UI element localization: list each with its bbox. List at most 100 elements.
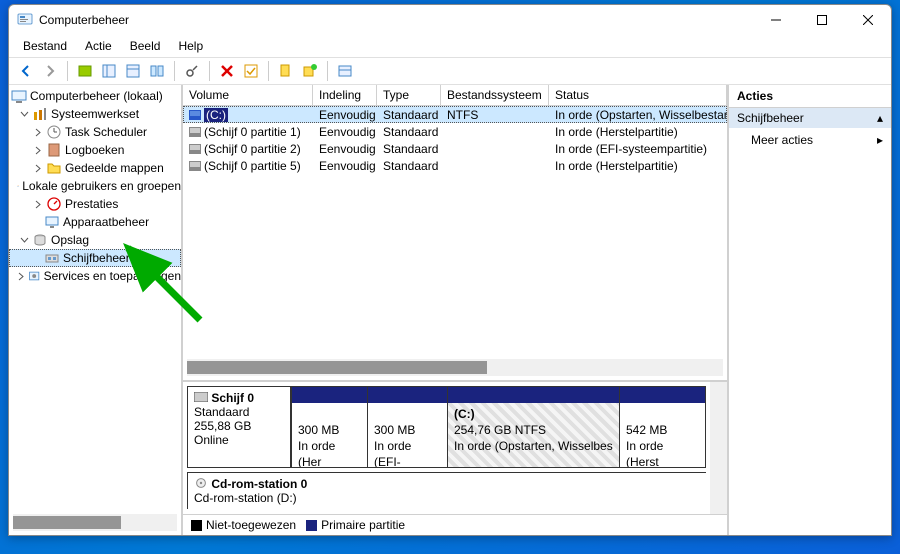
check-icon[interactable] [240,60,262,82]
tools-icon [32,106,48,122]
nav-back-icon[interactable] [15,60,37,82]
toolbar [9,57,891,85]
refresh-icon[interactable] [146,60,168,82]
partition[interactable]: 542 MBIn orde (Herst [619,386,705,468]
tree-label: Task Scheduler [65,125,147,139]
tree-hscrollbar[interactable] [13,514,177,531]
volume-fs: NTFS [441,108,549,122]
cdrom-name: Cd-rom-station 0 [211,477,307,491]
chevron-right-icon[interactable] [17,271,26,282]
volume-status: In orde (EFI-systeempartitie) [549,142,727,156]
volume-type: Standaard [377,108,441,122]
separator [209,61,210,81]
disk-label[interactable]: Schijf 0 Standaard 255,88 GB Online [187,386,291,468]
menu-bestand[interactable]: Bestand [15,37,75,55]
tree-services[interactable]: Services en toepassingen [9,267,181,285]
tree-pane: Computerbeheer (lokaal) Systeemwerkset T… [9,85,183,535]
tree-lokale-gebruikers[interactable]: Lokale gebruikers en groepen [9,177,181,195]
partition[interactable]: 300 MBIn orde (EFI- [367,386,447,468]
settings-icon[interactable] [181,60,203,82]
tree-label: Computerbeheer (lokaal) [30,89,163,103]
volume-name: (Schijf 0 partitie 2) [204,142,301,156]
delete-icon[interactable] [216,60,238,82]
volume-name: (C:) [204,108,228,122]
volume-row[interactable]: (Schijf 0 partitie 1) Eenvoudig Standaar… [183,123,727,140]
cdrom-label[interactable]: Cd-rom-station 0 Cd-rom-station (D:) [187,472,706,509]
tree-task-scheduler[interactable]: Task Scheduler [9,123,181,141]
show-hide-console-icon[interactable] [98,60,120,82]
drive-icon [189,127,201,137]
cdrom-sub: Cd-rom-station (D:) [194,491,297,505]
tree-schijfbeheer[interactable]: Schijfbeheer [9,249,181,267]
book-icon [46,142,62,158]
volume-indeling: Eenvoudig [313,142,377,156]
partition[interactable]: 300 MBIn orde (Her [291,386,367,468]
volume-row[interactable]: (Schijf 0 partitie 2) Eenvoudig Standaar… [183,140,727,157]
help-icon[interactable] [275,60,297,82]
tree-label: Lokale gebruikers en groepen [22,179,181,193]
volume-name: (Schijf 0 partitie 5) [204,159,301,173]
col-volume[interactable]: Volume [183,85,313,105]
disk-state: Online [194,433,229,447]
chevron-down-icon[interactable] [19,109,30,120]
tree-label: Logboeken [65,143,124,157]
cdrom-icon [194,478,208,488]
volumes-list: Volume Indeling Type Bestandssysteem Sta… [183,85,727,380]
volume-status: In orde (Opstarten, Wisselbestand, Crash… [549,108,727,122]
actions-more[interactable]: Meer acties ▸ [729,128,891,152]
properties-icon[interactable] [122,60,144,82]
menu-actie[interactable]: Actie [77,37,120,55]
actions-section-label: Schijfbeheer [737,111,804,125]
cdrom-row: Cd-rom-station 0 Cd-rom-station (D:) [187,472,706,509]
tree-opslag[interactable]: Opslag [9,231,181,249]
partition-selected[interactable]: (C:)254,76 GB NTFSIn orde (Opstarten, Wi… [447,386,619,468]
tree-root[interactable]: Computerbeheer (lokaal) [9,87,181,105]
chevron-right-icon: ▸ [877,133,883,147]
drive-icon [189,110,201,120]
volume-row[interactable]: (C:) Eenvoudig Standaard NTFS In orde (O… [183,106,727,123]
volume-row[interactable]: (Schijf 0 partitie 5) Eenvoudig Standaar… [183,157,727,174]
menubar: Bestand Actie Beeld Help [9,35,891,57]
col-status[interactable]: Status [549,85,727,105]
chevron-right-icon[interactable] [33,127,44,138]
main-content: Computerbeheer (lokaal) Systeemwerkset T… [9,85,891,535]
diskmap-vscrollbar[interactable] [710,382,727,514]
chevron-right-icon[interactable] [33,199,44,210]
disk-partitions: 300 MBIn orde (Her 300 MBIn orde (EFI- (… [291,386,706,468]
nav-forward-icon[interactable] [39,60,61,82]
volume-indeling: Eenvoudig [313,159,377,173]
col-indeling[interactable]: Indeling [313,85,377,105]
volume-status: In orde (Herstelpartitie) [549,125,727,139]
chevron-down-icon[interactable] [19,235,30,246]
new-volume-icon[interactable] [299,60,321,82]
computer-icon [11,88,27,104]
device-icon [44,214,60,230]
chevron-right-icon[interactable] [33,163,44,174]
up-icon[interactable] [74,60,96,82]
col-fs[interactable]: Bestandssysteem [441,85,549,105]
volumes-hscrollbar[interactable] [187,359,723,376]
minimize-button[interactable] [753,5,799,35]
col-type[interactable]: Type [377,85,441,105]
legend-unallocated: Niet-toegewezen [191,518,296,532]
tree-gedeelde-mappen[interactable]: Gedeelde mappen [9,159,181,177]
folder-share-icon [46,160,62,176]
list-icon[interactable] [334,60,356,82]
collapse-icon: ▴ [877,111,883,125]
drive-icon [189,161,201,171]
actions-section[interactable]: Schijfbeheer ▴ [729,108,891,128]
disk-mgmt-icon [44,250,60,266]
separator [67,61,68,81]
maximize-button[interactable] [799,5,845,35]
disk-size: 255,88 GB [194,419,251,433]
menu-help[interactable]: Help [170,37,211,55]
tree-prestaties[interactable]: Prestaties [9,195,181,213]
chevron-right-icon[interactable] [33,145,44,156]
menu-beeld[interactable]: Beeld [122,37,169,55]
tree-logboeken[interactable]: Logboeken [9,141,181,159]
tree-label: Services en toepassingen [44,269,181,283]
tree-systeemwerkset[interactable]: Systeemwerkset [9,105,181,123]
tree-apparaatbeheer[interactable]: Apparaatbeheer [9,213,181,231]
tree-label: Prestaties [65,197,118,211]
close-button[interactable] [845,5,891,35]
